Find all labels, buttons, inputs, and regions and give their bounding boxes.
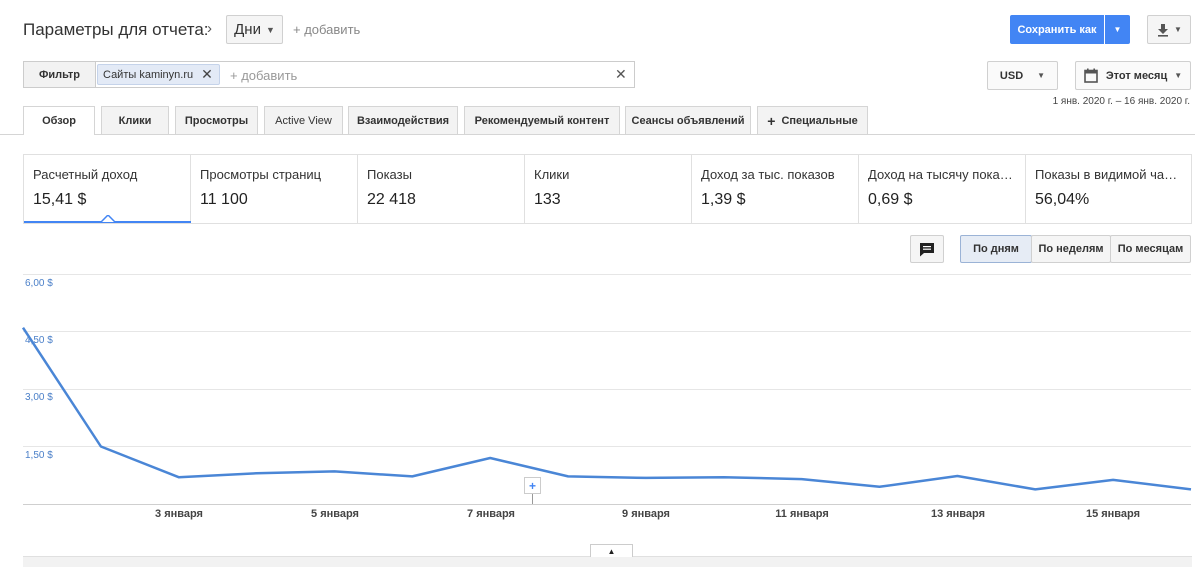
annotation-stem — [532, 494, 533, 504]
data-point[interactable] — [1111, 477, 1116, 482]
data-point[interactable] — [721, 475, 726, 480]
collapse-toggle[interactable]: ▲ — [590, 544, 633, 557]
data-point[interactable] — [254, 471, 259, 476]
data-point[interactable] — [410, 474, 415, 479]
x-tick-label: 5 января — [311, 508, 359, 520]
data-point[interactable] — [955, 474, 960, 479]
data-point[interactable] — [176, 475, 181, 480]
x-tick-label: 11 января — [775, 508, 829, 520]
data-point[interactable] — [21, 325, 26, 330]
x-tick-label: 15 января — [1085, 508, 1141, 520]
x-tick-label: 9 января — [622, 508, 670, 520]
bottom-panel — [23, 556, 1192, 567]
line-chart — [21, 325, 1194, 492]
data-point[interactable] — [332, 469, 337, 474]
data-point[interactable] — [877, 484, 882, 489]
x-tick-label: 7 января — [467, 508, 515, 520]
data-point[interactable] — [98, 444, 103, 449]
x-tick-label: 13 января — [930, 508, 986, 520]
x-tick-label: 3 января — [155, 508, 203, 520]
data-point[interactable] — [566, 474, 571, 479]
data-point[interactable] — [1189, 487, 1194, 492]
data-point[interactable] — [799, 477, 804, 482]
series-line — [21, 327, 1192, 491]
data-point[interactable] — [643, 475, 648, 480]
add-annotation-marker[interactable]: + — [524, 477, 541, 494]
data-point[interactable] — [1033, 487, 1038, 492]
data-point[interactable] — [488, 456, 493, 461]
caret-up-icon: ▲ — [607, 546, 616, 556]
